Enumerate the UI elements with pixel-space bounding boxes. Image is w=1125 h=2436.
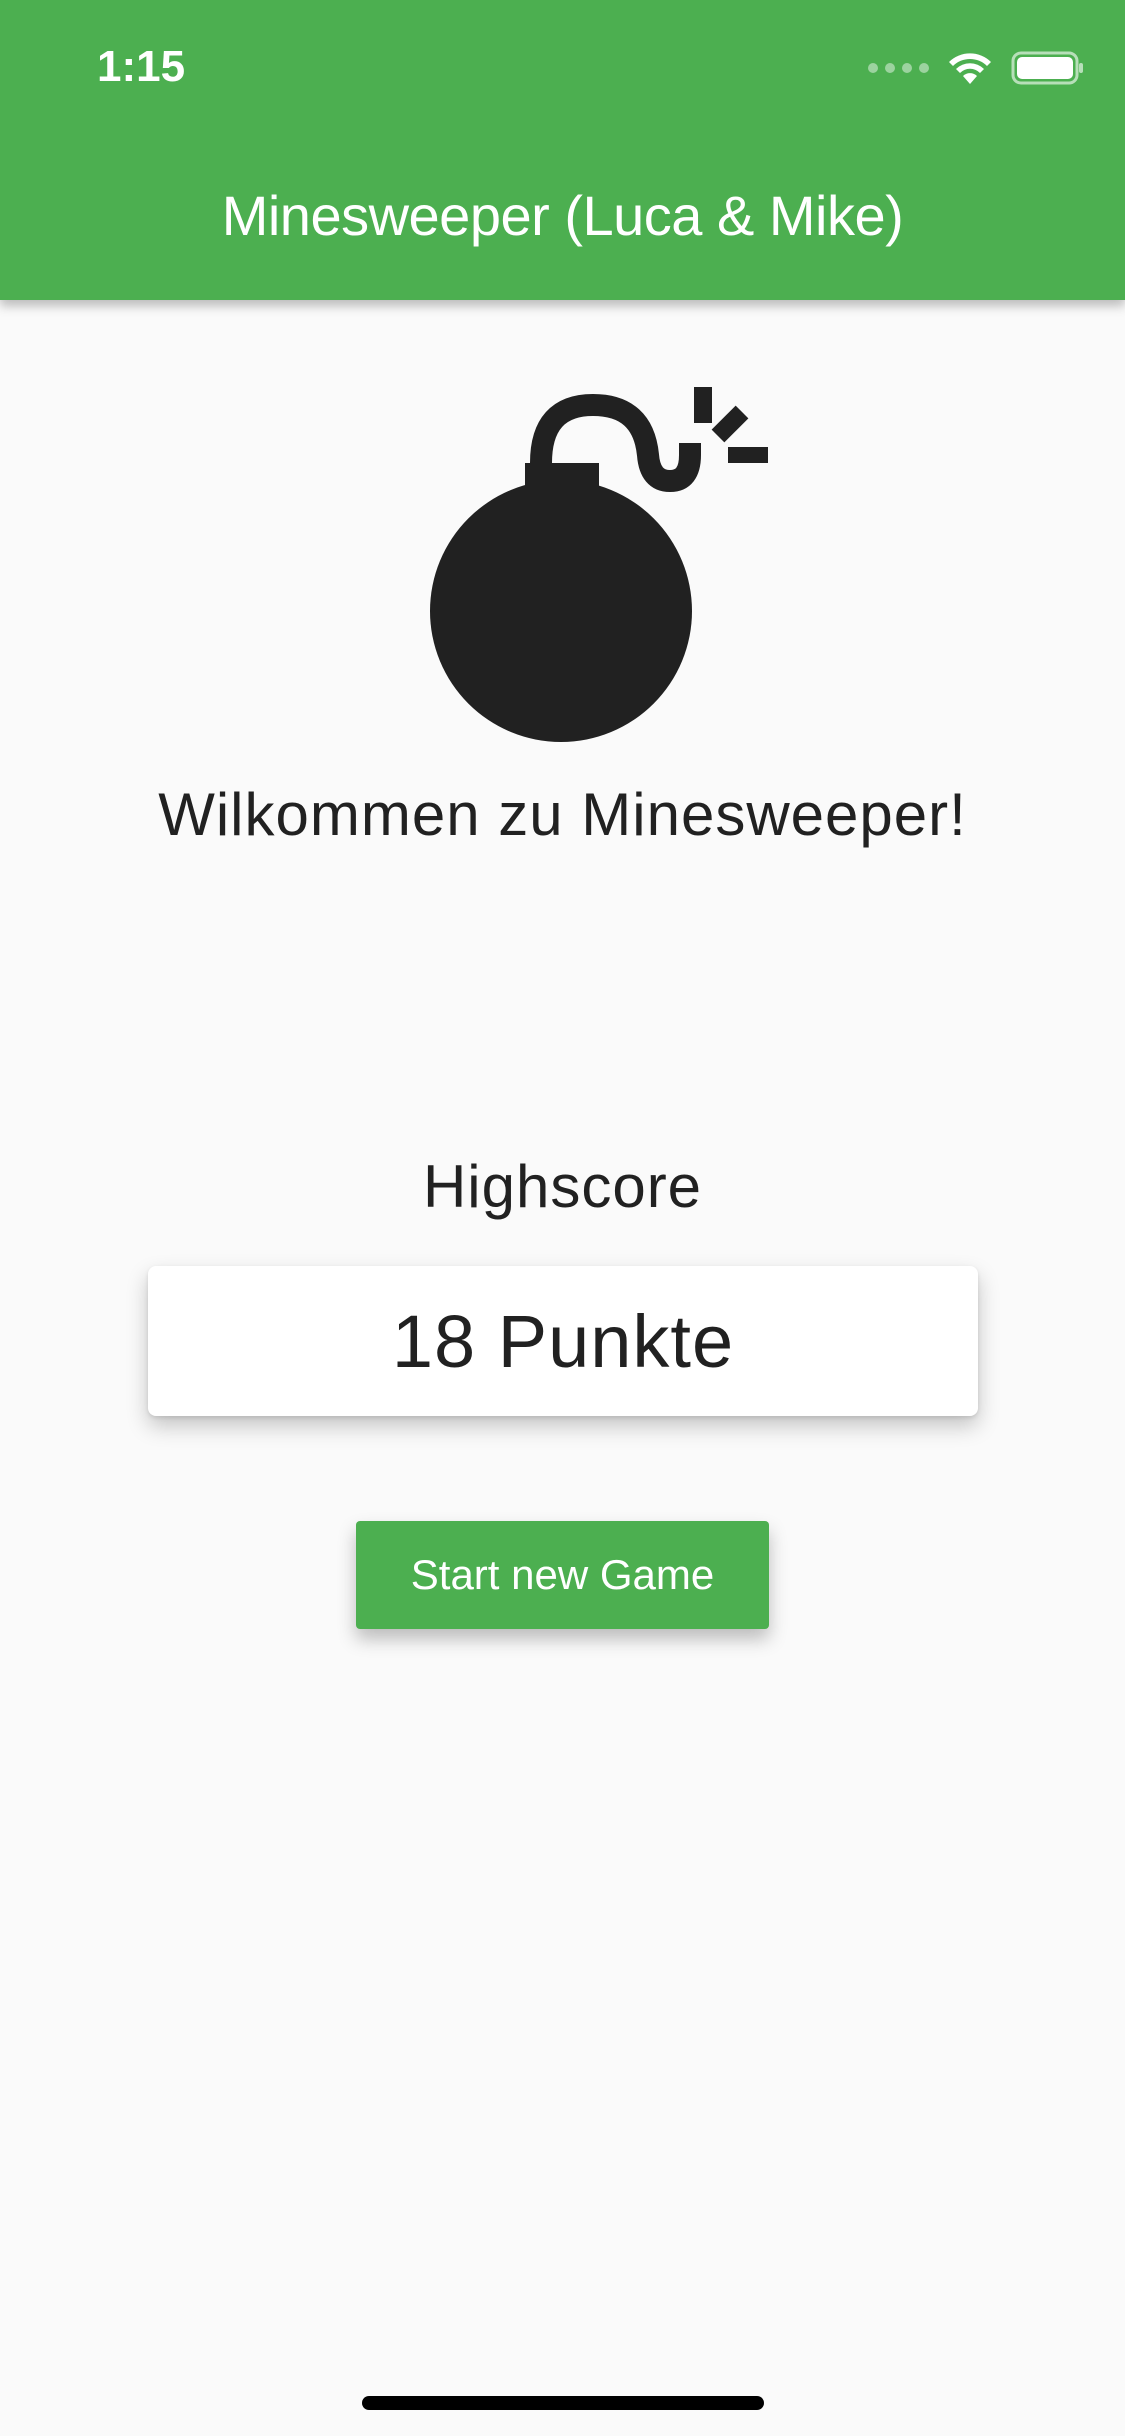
wifi-icon	[949, 53, 991, 84]
status-time: 1:15	[97, 42, 186, 91]
home-indicator[interactable]	[362, 2396, 764, 2410]
cellular-signal-icon	[868, 63, 929, 73]
highscore-value: 18 Punkte	[391, 1299, 735, 1383]
battery-icon	[1011, 51, 1083, 85]
highscore-card: 18 Punkte	[148, 1266, 978, 1416]
welcome-text: Wilkommen zu Minesweeper!	[158, 781, 967, 848]
highscore-label: Highscore	[422, 1153, 703, 1220]
app-bar: 1:15 Minesweeper (Luca & Mike)	[0, 0, 1125, 300]
start-new-game-button[interactable]: Start new Game	[356, 1521, 769, 1629]
app-title: Minesweeper (Luca & Mike)	[221, 184, 904, 247]
status-icons	[868, 48, 1085, 88]
bomb-icon	[430, 387, 768, 742]
